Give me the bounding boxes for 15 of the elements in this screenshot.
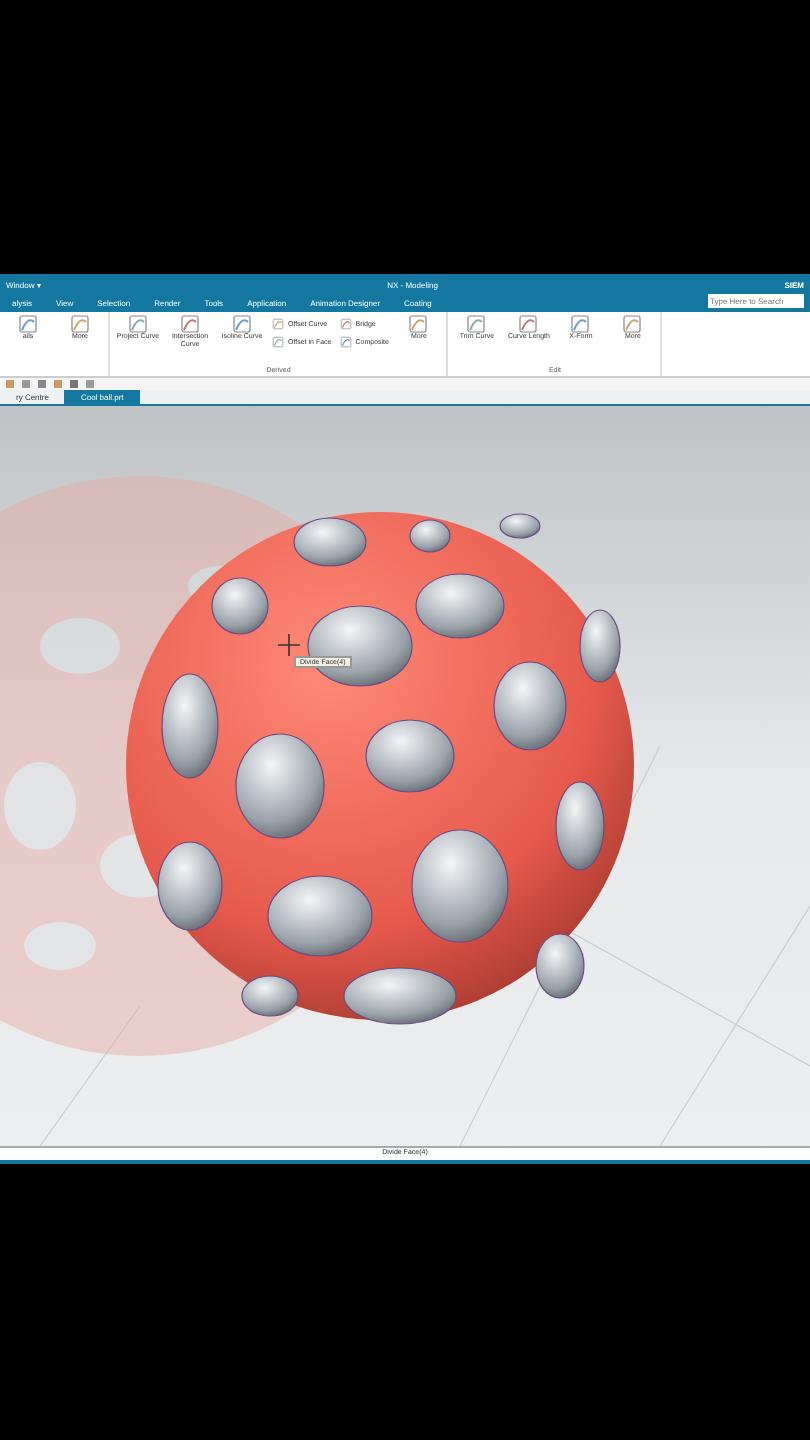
curve-icon bbox=[622, 314, 643, 334]
curve-icon bbox=[339, 318, 352, 330]
curve-icon bbox=[272, 318, 284, 330]
curve-icon bbox=[180, 314, 200, 334]
curve-icon bbox=[18, 314, 38, 334]
curve-icon bbox=[272, 336, 284, 348]
curve-icon bbox=[128, 314, 148, 334]
curve-icon bbox=[408, 314, 429, 334]
curve-icon bbox=[570, 314, 591, 334]
curve-icon bbox=[70, 314, 90, 334]
curve-icon bbox=[466, 314, 487, 334]
crosshair-cursor-icon bbox=[278, 634, 300, 656]
curve-icon bbox=[339, 336, 352, 348]
curve-icon bbox=[232, 314, 252, 334]
curve-icon bbox=[518, 314, 539, 334]
